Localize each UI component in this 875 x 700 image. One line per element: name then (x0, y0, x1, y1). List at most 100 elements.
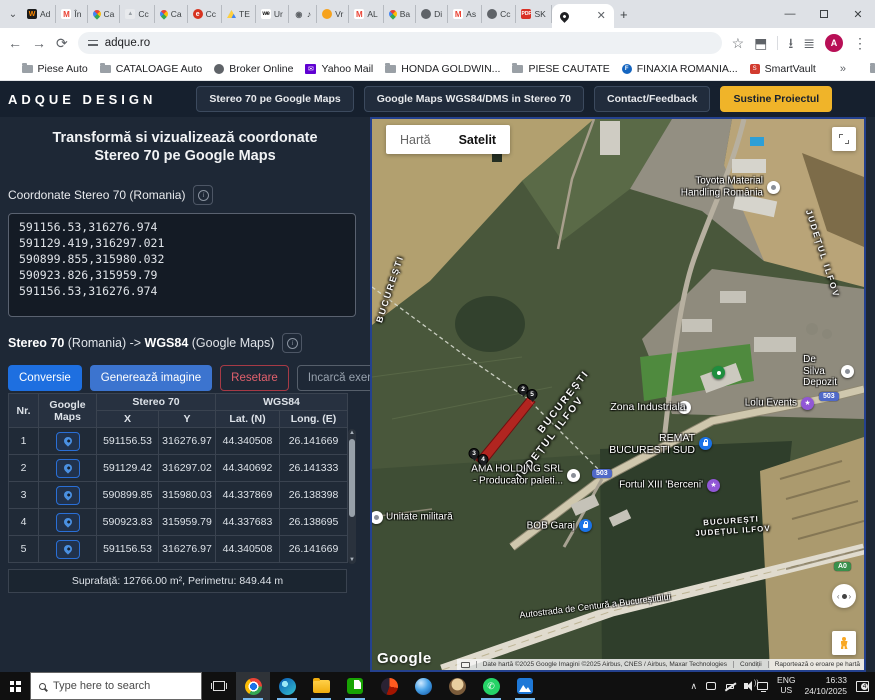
all-bookmarks[interactable]: All Bookmarks (869, 62, 875, 75)
poi-marker-desilva[interactable] (841, 365, 854, 378)
browser-tab[interactable]: M As (448, 5, 483, 23)
info-button[interactable]: i (193, 185, 214, 206)
poi-marker-bob[interactable] (579, 519, 592, 532)
media-hub-icon[interactable]: ≣ (803, 36, 815, 50)
task-view-button[interactable] (202, 672, 236, 700)
taskbar-app-sphere[interactable] (406, 672, 440, 700)
nav-contact-button[interactable]: Contact/Feedback (594, 86, 711, 112)
tray-pen-disabled-icon[interactable] (725, 682, 735, 691)
pegman-control[interactable] (832, 631, 856, 655)
minimize-button[interactable]: — (773, 0, 807, 28)
taskbar-app-whatsapp[interactable]: ✆ (474, 672, 508, 700)
start-button[interactable] (0, 672, 30, 700)
bookmark-folder[interactable]: CATALOAGE Auto (99, 62, 202, 75)
notification-center-icon[interactable]: 4 (856, 680, 869, 692)
poi-marker-ama[interactable] (567, 469, 580, 482)
poi-marker-remat[interactable] (699, 437, 712, 450)
url-text[interactable]: adque.ro (105, 37, 150, 49)
browser-tab[interactable]: Ca (88, 5, 121, 23)
reload-button[interactable]: ⟳ (56, 36, 68, 50)
browser-tab[interactable]: e Cc (188, 5, 223, 23)
map-label-desilva[interactable]: De Silva Depozit (803, 354, 837, 389)
downloads-icon[interactable]: ⭳ (788, 36, 793, 50)
new-tab-button[interactable]: + (614, 4, 634, 24)
map-label-lolu[interactable]: Lolu Events (745, 397, 797, 409)
map-type-harta[interactable]: Hartă (386, 125, 445, 154)
bookmark-folder[interactable]: PIESE CAUTATE (512, 62, 610, 75)
nav-support-button[interactable]: Sustine Proiectul (720, 86, 833, 112)
keyboard-icon[interactable] (460, 661, 470, 668)
browser-tab[interactable]: PDF SK (516, 5, 552, 23)
browser-tab[interactable]: W Ad (22, 5, 57, 23)
show-on-map-button[interactable] (55, 485, 80, 505)
browser-tab[interactable]: Ca (155, 5, 188, 23)
site-settings-icon[interactable] (87, 39, 98, 47)
rotate-left-icon[interactable]: ‹ (837, 592, 840, 601)
taskbar-app-mascot[interactable] (440, 672, 474, 700)
taskbar-app-swirl[interactable] (372, 672, 406, 700)
map-label-toyota[interactable]: Toyota Material Handling România (681, 176, 763, 199)
browser-tab[interactable]: TE (222, 5, 256, 23)
browser-tab[interactable]: M În (56, 5, 88, 23)
table-scrollbar[interactable]: ▲ ▼ (348, 429, 356, 564)
info-button[interactable]: i (282, 333, 303, 354)
clock[interactable]: 16:33 24/10/2025 (804, 675, 847, 696)
show-on-map-button[interactable] (55, 431, 80, 451)
map-label-fortul[interactable]: Fortul XIII 'Berceni' (619, 479, 703, 491)
bookmark-item[interactable]: S SmartVault (749, 63, 816, 75)
terms-link[interactable]: Condiții (740, 661, 762, 668)
browser-tab[interactable]: ▲ Cc (120, 5, 155, 23)
volume-icon[interactable] (744, 680, 759, 691)
map-type-satelit[interactable]: Satelit (445, 125, 511, 154)
menu-icon[interactable]: ⋮ (853, 36, 867, 50)
map-label-bob[interactable]: BOB Garaj (527, 520, 575, 532)
rotate-control[interactable]: ‹ › (832, 584, 856, 608)
close-window-button[interactable]: ✕ (841, 0, 875, 28)
convert-button[interactable]: Conversie (8, 365, 82, 392)
tab-search-button[interactable]: ⌄ (4, 5, 22, 23)
generate-image-button[interactable]: Generează imagine (89, 365, 213, 392)
show-on-map-button[interactable] (55, 539, 80, 559)
bookmark-item[interactable]: ✉ Yahoo Mail (305, 63, 373, 75)
poi-marker-toyota[interactable] (767, 181, 780, 194)
taskbar-search[interactable]: Type here to search (30, 672, 202, 700)
fullscreen-button[interactable] (832, 127, 856, 151)
extensions-icon[interactable]: ⬒ (754, 36, 767, 50)
scroll-up-icon[interactable]: ▲ (348, 430, 356, 436)
browser-tab[interactable]: Di (416, 5, 449, 23)
browser-tab[interactable]: Cc (482, 5, 517, 23)
vertex-pin-4[interactable]: 4 (477, 454, 489, 465)
taskbar-app-libreoffice[interactable] (338, 672, 372, 700)
bookmark-folder[interactable]: Piese Auto (21, 62, 88, 75)
close-tab-icon[interactable]: ✕ (597, 10, 606, 22)
poi-marker-lolu[interactable]: ★ (801, 397, 814, 410)
back-button[interactable]: ← (8, 36, 22, 50)
bookmark-folder[interactable]: HONDA GOLDWIN... (385, 62, 500, 75)
poi-marker-shopping[interactable] (712, 366, 725, 379)
browser-tab[interactable]: Vr (317, 5, 350, 23)
network-icon[interactable] (757, 682, 769, 692)
map-label-remat[interactable]: REMAT BUCURESTI SUD (609, 432, 695, 456)
forward-button[interactable]: → (32, 36, 46, 50)
taskbar-app-photos[interactable] (508, 672, 542, 700)
poi-marker-fortul[interactable]: ★ (707, 479, 720, 492)
show-on-map-button[interactable] (55, 458, 80, 478)
taskbar-app-chrome[interactable] (236, 672, 270, 700)
bookmark-star-icon[interactable]: ☆ (732, 36, 745, 50)
show-on-map-button[interactable] (55, 512, 80, 532)
active-tab[interactable]: ✕ (551, 4, 614, 28)
nav-wgs84-button[interactable]: Google Maps WGS84/DMS in Stereo 70 (363, 86, 584, 112)
apps-grid-icon[interactable] (8, 64, 10, 74)
tray-device-icon[interactable] (706, 682, 717, 690)
reset-button[interactable]: Resetare (220, 365, 289, 392)
google-map[interactable]: BUCUREȘTI BUCUREȘTI JUDEȚUL ILFOV JUDEȚU… (370, 117, 866, 672)
taskbar-app-explorer[interactable] (304, 672, 338, 700)
vertex-pin-5[interactable]: 5 (526, 389, 538, 400)
nav-stereo70-button[interactable]: Stereo 70 pe Google Maps (196, 86, 354, 112)
poi-marker-unitate[interactable] (372, 511, 383, 524)
tray-expand-icon[interactable]: ∧ (690, 681, 697, 692)
map-label-unitate[interactable]: Unitate militară (386, 511, 453, 523)
language-indicator[interactable]: ENG US (777, 675, 795, 696)
maximize-button[interactable] (807, 0, 841, 28)
url-bar[interactable]: adque.ro (77, 31, 722, 54)
